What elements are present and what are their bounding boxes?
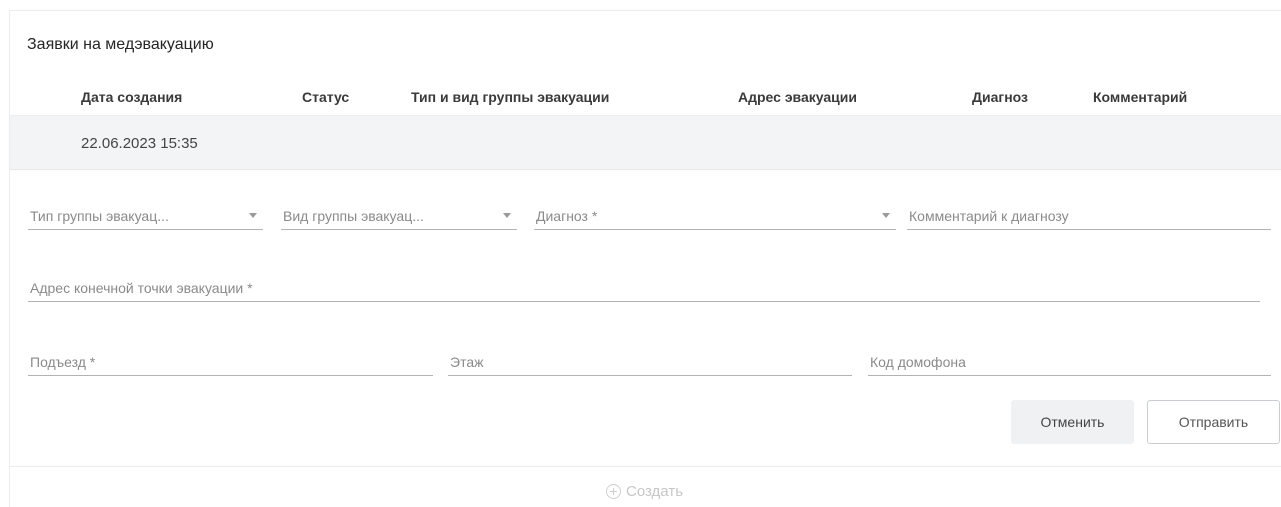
entrance-field[interactable] [28, 350, 433, 376]
diagnosis-comment-input[interactable] [907, 204, 1271, 228]
create-label: Создать [626, 483, 684, 500]
intercom-code-field[interactable] [868, 350, 1271, 376]
row-created-date: 22.06.2023 15:35 [81, 135, 198, 152]
end-address-field[interactable] [28, 276, 1260, 302]
floor-input[interactable] [448, 350, 852, 374]
column-header-status: Статус [302, 89, 350, 105]
diagnosis-input[interactable] [534, 204, 896, 228]
group-kind-input[interactable] [281, 204, 517, 228]
intercom-code-input[interactable] [868, 350, 1271, 374]
diagnosis-comment-field[interactable] [907, 204, 1271, 230]
panel-title: Заявки на медэвакуацию [27, 36, 214, 53]
send-button[interactable]: Отправить [1147, 400, 1280, 444]
footer-divider [10, 466, 1281, 467]
entrance-input[interactable] [28, 350, 433, 374]
group-type-select[interactable] [28, 204, 263, 230]
table-row[interactable]: 22.06.2023 15:35 [10, 115, 1281, 170]
table-header: Дата создания Статус Тип и вид группы эв… [10, 89, 1281, 115]
group-type-input[interactable] [28, 204, 263, 228]
cancel-button[interactable]: Отменить [1011, 400, 1134, 444]
column-header-group-type: Тип и вид группы эвакуации [411, 89, 610, 105]
chevron-down-icon [249, 213, 257, 218]
group-kind-select[interactable] [281, 204, 517, 230]
diagnosis-select[interactable] [534, 204, 896, 230]
end-address-input[interactable] [28, 276, 1260, 300]
create-button[interactable]: Создать [606, 483, 683, 500]
column-header-address: Адрес эвакуации [738, 89, 857, 105]
column-header-comment: Комментарий [1093, 89, 1188, 105]
floor-field[interactable] [448, 350, 852, 376]
chevron-down-icon [882, 213, 890, 218]
plus-circle-icon [606, 484, 621, 499]
column-header-date: Дата создания [81, 89, 183, 105]
chevron-down-icon [503, 213, 511, 218]
medevac-requests-panel: Заявки на медэвакуацию Дата создания Ста… [9, 10, 1281, 507]
column-header-diagnosis: Диагноз [972, 89, 1028, 105]
